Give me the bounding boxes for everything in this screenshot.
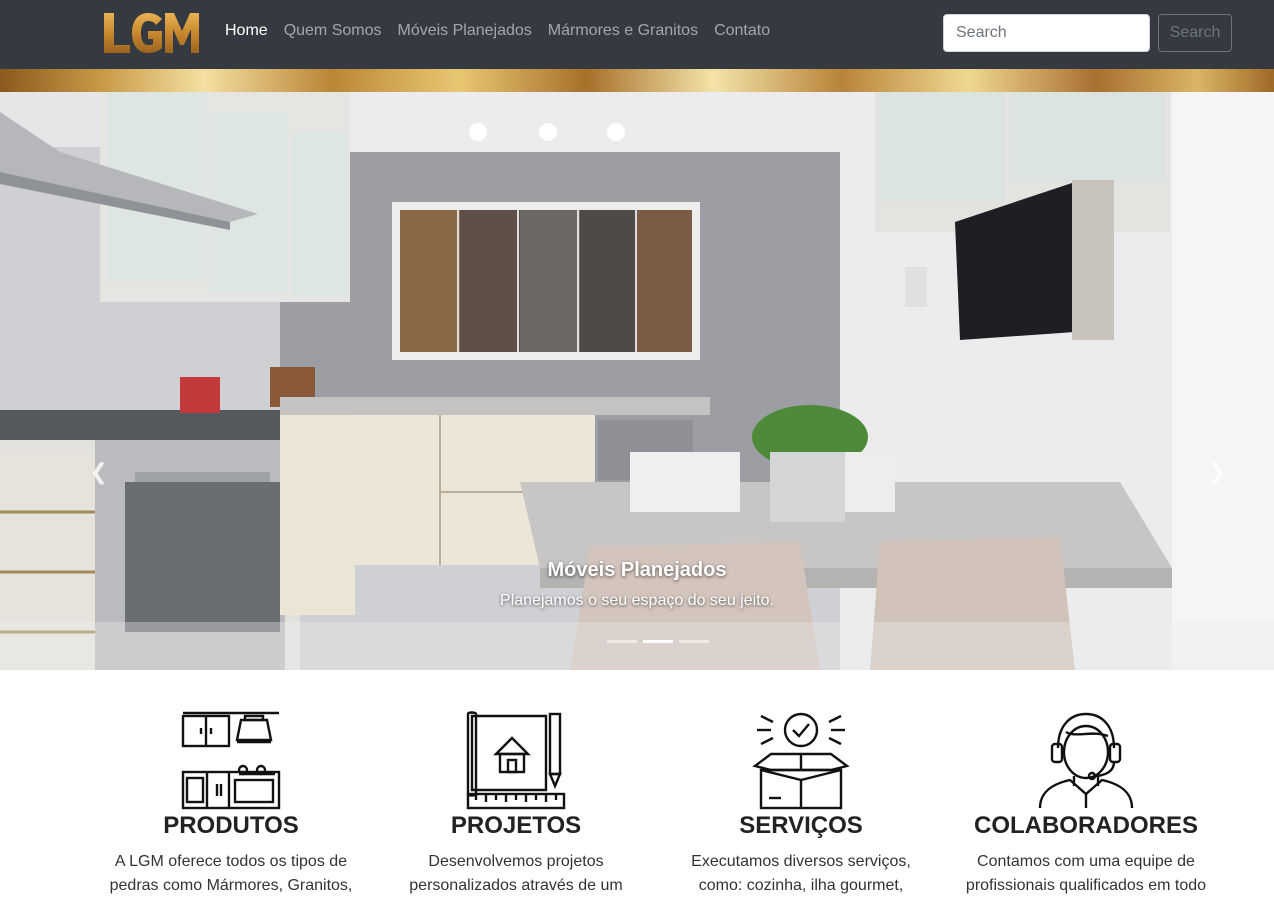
feature-text-line: pedras como Mármores, Granitos, bbox=[109, 877, 353, 894]
feature-title: PRODUTOS bbox=[163, 812, 299, 839]
feature-text-line: como: cozinha, ilha gourmet, bbox=[698, 877, 904, 894]
feature-title: PROJETOS bbox=[450, 812, 582, 839]
box-check-icon bbox=[752, 712, 850, 810]
feature-title: SERVIÇOS bbox=[739, 812, 863, 839]
feature-text-line: Desenvolvemos projetos bbox=[428, 853, 604, 870]
chevron-right-icon: ❯ bbox=[1207, 459, 1227, 484]
headset-support-icon bbox=[1038, 712, 1134, 809]
nav-item-home[interactable]: Home bbox=[225, 22, 268, 40]
nav-item-moveis-planejados[interactable]: Móveis Planejados bbox=[398, 22, 532, 40]
feature-text-line: A LGM oferece todos os tipos de bbox=[114, 853, 348, 870]
carousel-indicator-1[interactable] bbox=[607, 640, 637, 643]
carousel-caption-title: Móveis Planejados bbox=[547, 559, 727, 581]
features-section: PRODUTOS A LGM oferece todos os tipos de… bbox=[0, 670, 1274, 900]
carousel-indicators bbox=[607, 640, 715, 643]
feature-text: A LGM oferece todos os tipos de pedras c… bbox=[96, 850, 366, 898]
nav-item-marmores-granitos[interactable]: Mármores e Granitos bbox=[548, 22, 698, 40]
feature-text-line: Contamos com uma equipe de bbox=[977, 853, 1195, 870]
carousel-caption-text: Planejamos o seu espaço do seu jeito. bbox=[500, 592, 774, 609]
feature-text-line: personalizados através de um bbox=[409, 877, 623, 894]
search-button[interactable]: Search bbox=[1158, 14, 1232, 52]
nav-menu: Home Quem Somos Móveis Planejados Mármor… bbox=[225, 22, 786, 40]
feature-text-line: profissionais qualificados em todo bbox=[965, 877, 1207, 894]
search-input[interactable] bbox=[943, 14, 1150, 52]
gold-divider-band bbox=[0, 69, 1274, 92]
carousel-next-button[interactable]: ❯ bbox=[1202, 457, 1232, 487]
feature-text: Desenvolvemos projetos personalizados at… bbox=[381, 850, 651, 898]
hero-carousel: ❮ ❯ Móveis Planejados Planejamos o seu e… bbox=[0, 92, 1274, 670]
carousel-indicator-3[interactable] bbox=[679, 640, 709, 643]
brand-logo[interactable] bbox=[102, 11, 202, 55]
blueprint-house-icon bbox=[466, 711, 566, 810]
kitchen-photo bbox=[0, 92, 1274, 670]
carousel-prev-button[interactable]: ❮ bbox=[84, 457, 114, 487]
kitchen-cabinets-icon bbox=[181, 711, 281, 810]
feature-title: COLABORADORES bbox=[973, 812, 1198, 839]
feature-text: Contamos com uma equipe de profissionais… bbox=[951, 850, 1221, 898]
feature-text: Executamos diversos serviços, como: cozi… bbox=[666, 850, 936, 898]
navbar: Home Quem Somos Móveis Planejados Mármor… bbox=[0, 0, 1274, 69]
carousel-indicator-2[interactable] bbox=[643, 640, 673, 643]
nav-item-quem-somos[interactable]: Quem Somos bbox=[284, 22, 382, 40]
feature-text-line: Executamos diversos serviços, bbox=[691, 853, 911, 870]
chevron-left-icon: ❮ bbox=[89, 459, 109, 484]
nav-item-contato[interactable]: Contato bbox=[714, 22, 770, 40]
